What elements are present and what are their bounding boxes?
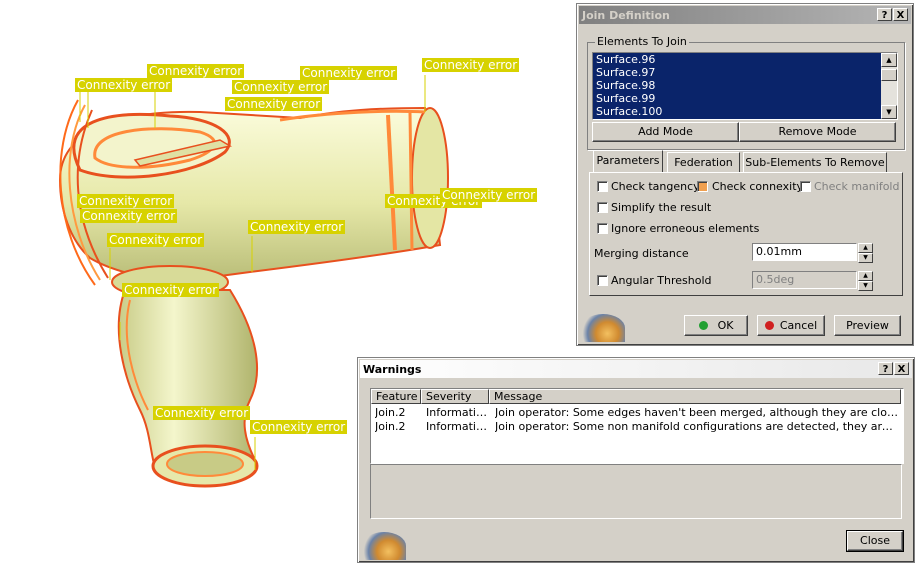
angular-threshold-label: Angular Threshold <box>611 274 712 287</box>
connexity-error-label: Connexity error <box>300 66 398 80</box>
connexity-error-label: Connexity error <box>153 406 251 420</box>
column-header-feature[interactable]: Feature <box>371 389 421 404</box>
catia-logo-icon <box>581 314 625 342</box>
cancel-button[interactable]: Cancel <box>757 315 825 336</box>
check-manifold-checkbox[interactable] <box>800 181 811 192</box>
merging-distance-field[interactable]: 0.01mm <box>752 243 857 261</box>
column-header-severity[interactable]: Severity <box>421 389 489 404</box>
check-manifold-label: Check manifold <box>814 180 900 193</box>
connexity-error-label: Connexity error <box>440 188 538 202</box>
ok-label: OK <box>717 319 734 332</box>
catia-logo-icon <box>362 532 406 560</box>
simplify-result-label: Simplify the result <box>611 201 712 214</box>
join-dialog-titlebar[interactable]: Join Definition ? X <box>579 6 911 24</box>
list-item[interactable]: Surface.100 <box>593 105 897 118</box>
close-button[interactable]: Close <box>846 530 904 552</box>
join-definition-dialog: Join Definition ? X Elements To Join Sur… <box>576 3 914 346</box>
connexity-error-label: Connexity error <box>122 283 220 297</box>
connexity-error-label: Connexity error <box>77 194 175 208</box>
merging-distance-label: Merging distance <box>594 247 689 260</box>
connexity-error-label: Connexity error <box>147 64 245 78</box>
ignore-erroneous-label: Ignore erroneous elements <box>611 222 760 235</box>
check-connexity-checkbox[interactable] <box>697 181 708 192</box>
scroll-down-icon[interactable]: ▼ <box>881 105 897 119</box>
connexity-error-label: Connexity error <box>80 209 178 223</box>
close-icon[interactable]: X <box>893 8 908 21</box>
warnings-title: Warnings <box>363 362 422 376</box>
warnings-table[interactable]: Feature Severity Message Join.2 Informat… <box>370 388 904 464</box>
list-item[interactable]: Surface.98 <box>593 79 897 92</box>
check-connexity-label: Check connexity <box>712 180 804 193</box>
check-tangency-label: Check tangency <box>611 180 700 193</box>
close-icon[interactable]: X <box>894 362 909 375</box>
connexity-error-label: Connexity error <box>422 58 520 72</box>
angular-threshold-spinner[interactable]: ▲ ▼ <box>858 271 873 291</box>
remove-mode-button[interactable]: Remove Mode <box>739 122 896 142</box>
connexity-error-label: Connexity error <box>225 97 323 111</box>
connexity-error-label: Connexity error <box>107 233 205 247</box>
help-button[interactable]: ? <box>877 8 892 21</box>
row-severity: Information <box>426 406 488 419</box>
column-header-message[interactable]: Message <box>489 389 901 404</box>
cancel-label: Cancel <box>779 319 818 332</box>
cancel-icon <box>764 321 774 330</box>
angular-threshold-field[interactable]: 0.5deg <box>752 271 857 289</box>
elements-list[interactable]: Surface.96 Surface.97 Surface.98 Surface… <box>592 52 898 120</box>
merging-distance-spinner[interactable]: ▲ ▼ <box>858 243 873 263</box>
angular-threshold-checkbox[interactable] <box>597 275 608 286</box>
connexity-error-label: Connexity error <box>75 78 173 92</box>
row-message: Join operator: Some edges haven't been m… <box>495 406 899 419</box>
table-row[interactable]: Join.2 Information Join operator: Some e… <box>371 406 901 420</box>
row-feature: Join.2 <box>375 420 406 433</box>
add-mode-button[interactable]: Add Mode <box>592 122 739 142</box>
tab-federation[interactable]: Federation <box>667 152 740 173</box>
tab-parameters[interactable]: Parameters <box>593 150 663 173</box>
connexity-error-label: Connexity error <box>232 80 330 94</box>
row-message: Join operator: Some non manifold configu… <box>495 420 899 433</box>
help-button[interactable]: ? <box>878 362 893 375</box>
list-item[interactable]: Surface.97 <box>593 66 897 79</box>
check-tangency-checkbox[interactable] <box>597 181 608 192</box>
list-item[interactable]: Surface.99 <box>593 92 897 105</box>
scroll-thumb[interactable] <box>881 69 897 81</box>
tab-sub-elements-to-remove[interactable]: Sub-Elements To Remove <box>743 152 887 173</box>
preview-button[interactable]: Preview <box>834 315 901 336</box>
simplify-result-checkbox[interactable] <box>597 202 608 213</box>
warnings-dialog: Warnings ? X Feature Severity Message Jo… <box>357 357 915 563</box>
elements-to-join-label: Elements To Join <box>595 35 689 48</box>
list-scrollbar[interactable]: ▲ ▼ <box>881 53 897 119</box>
list-item[interactable]: Surface.96 <box>593 53 897 66</box>
join-dialog-title: Join Definition <box>582 8 670 22</box>
warnings-titlebar[interactable]: Warnings ? X <box>360 360 912 378</box>
row-feature: Join.2 <box>375 406 406 419</box>
details-panel <box>370 464 902 519</box>
connexity-error-label: Connexity error <box>250 420 348 434</box>
scroll-up-icon[interactable]: ▲ <box>881 53 897 67</box>
ok-button[interactable]: OK <box>684 315 748 336</box>
table-row[interactable]: Join.2 Information Join operator: Some n… <box>371 420 901 434</box>
row-severity: Information <box>426 420 488 433</box>
ok-icon <box>698 321 708 330</box>
connexity-error-label: Connexity error <box>248 220 346 234</box>
ignore-erroneous-checkbox[interactable] <box>597 223 608 234</box>
